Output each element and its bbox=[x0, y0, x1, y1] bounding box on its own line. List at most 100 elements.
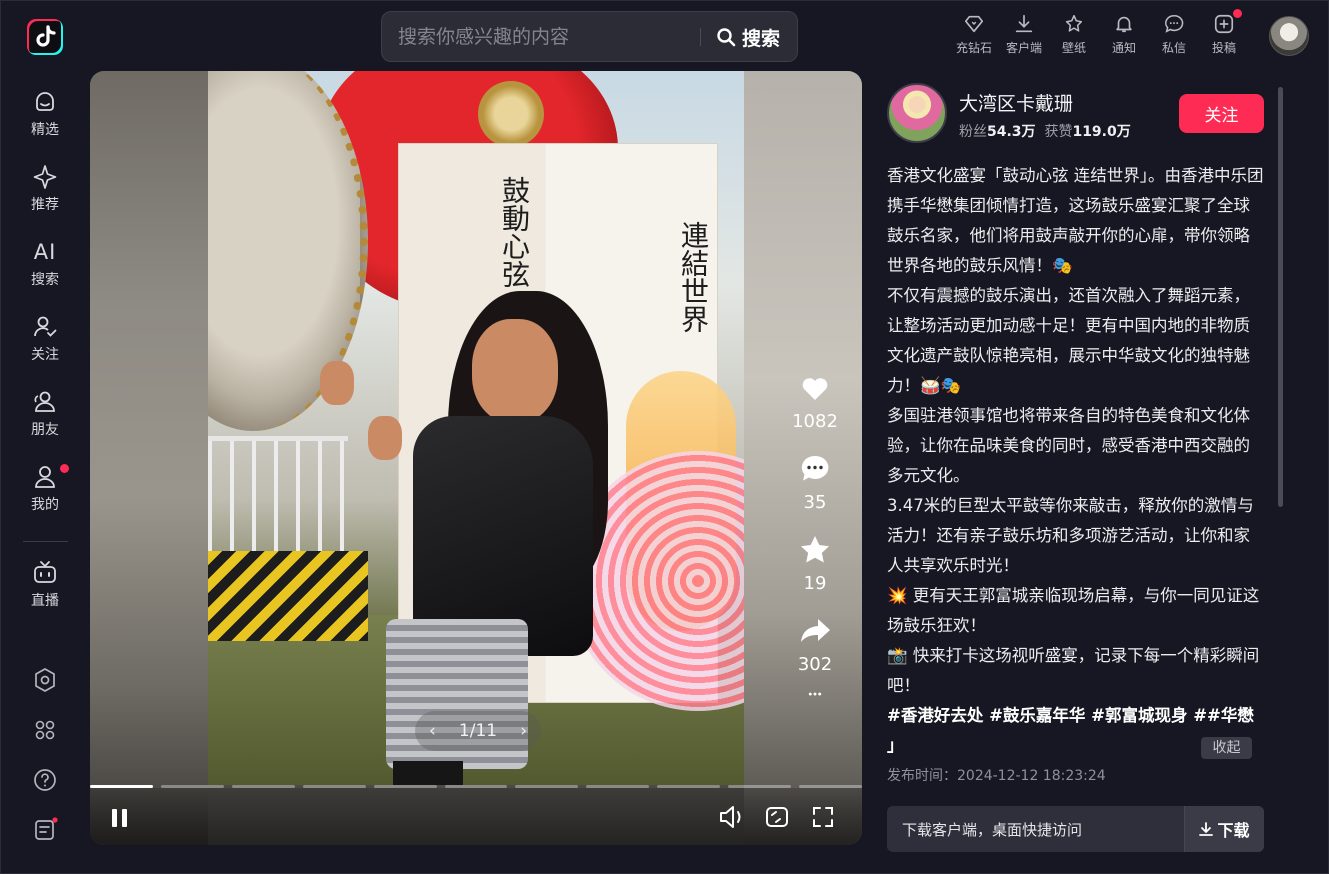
sidebar-item-follow[interactable]: 关注 bbox=[19, 314, 71, 364]
video-player[interactable]: 鼓動心弦 連結世界 ‹ 1/11 › 1082 35 19 302 bbox=[90, 71, 862, 845]
download-button[interactable]: 下载 bbox=[1184, 806, 1264, 852]
download-icon bbox=[1015, 14, 1033, 33]
share-button[interactable]: 302 bbox=[798, 614, 832, 675]
sidebar-item-live[interactable]: 直播 bbox=[19, 560, 71, 610]
settings-hexagon-icon[interactable] bbox=[32, 667, 58, 693]
user-avatar[interactable] bbox=[1269, 16, 1309, 56]
fans-count: 54.3万 bbox=[987, 124, 1036, 140]
feedback-note-icon[interactable] bbox=[32, 817, 58, 843]
description-paragraph: 香港文化盛宴「鼓动心弦 连结世界」。由香港中乐团携手华懋集团倾情打造，这场鼓乐盛… bbox=[887, 166, 1264, 275]
client-download-button[interactable]: 客户端 bbox=[999, 11, 1049, 56]
star-icon bbox=[801, 536, 829, 563]
upload-notification-dot bbox=[1233, 9, 1242, 18]
more-button[interactable] bbox=[798, 687, 832, 713]
search-button[interactable]: 搜索 bbox=[716, 22, 780, 52]
upload-button[interactable]: 投稿 bbox=[1199, 9, 1249, 56]
likes-label: 获赞 bbox=[1044, 124, 1073, 140]
publish-time: 发布时间：2024-12-12 18:23:24 bbox=[887, 768, 1106, 784]
like-button[interactable]: 1082 bbox=[792, 371, 838, 432]
private-message-button[interactable]: 私信 bbox=[1149, 11, 1199, 56]
fullscreen-icon[interactable] bbox=[810, 804, 836, 830]
sign-text-sub: 連結世界 bbox=[677, 221, 710, 333]
collapse-button[interactable]: 收起 bbox=[1201, 737, 1252, 759]
sidebar-item-label: 直播 bbox=[31, 593, 59, 609]
comment-icon bbox=[801, 455, 829, 481]
notification-button[interactable]: 通知 bbox=[1099, 11, 1149, 56]
description-paragraph: 3.47米的巨型太平鼓等你来敲击，释放你的激情与活力！还有亲子鼓乐坊和多项游艺活… bbox=[887, 496, 1254, 575]
sidebar-divider bbox=[23, 541, 68, 542]
hazard-barrier bbox=[208, 551, 368, 641]
top-actions: 充钻石 客户端 壁纸 通知 私信 投稿 bbox=[949, 9, 1249, 56]
pager-prev-icon[interactable]: ‹ bbox=[429, 721, 436, 741]
video-actions: 1082 35 19 302 bbox=[790, 371, 840, 725]
share-count: 302 bbox=[797, 654, 833, 675]
comment-button[interactable]: 35 bbox=[798, 452, 832, 513]
sidebar-item-label: 我的 bbox=[31, 497, 59, 513]
pause-icon[interactable] bbox=[108, 806, 132, 830]
sidebar-item-ai-search[interactable]: AI 搜索 bbox=[19, 239, 71, 289]
recharge-label: 充钻石 bbox=[955, 41, 992, 55]
favorite-count: 19 bbox=[803, 573, 827, 594]
author-name[interactable]: 大湾区卡戴珊 bbox=[959, 89, 1073, 116]
upload-label: 投稿 bbox=[1211, 41, 1236, 55]
friends-icon bbox=[34, 391, 55, 412]
description-paragraph: 不仅有震撼的鼓乐演出，还首次融入了舞蹈元素，让整场活动更加动感十足！更有中国内地… bbox=[887, 286, 1250, 395]
like-count: 1082 bbox=[792, 411, 838, 432]
notification-label: 通知 bbox=[1111, 41, 1136, 55]
featured-icon bbox=[36, 92, 54, 111]
post-description: 香港文化盛宴「鼓动心弦 连结世界」。由香港中乐团携手华懋集团倾情打造，这场鼓乐盛… bbox=[887, 161, 1265, 761]
description-paragraph: 多国驻港领事馆也将带来各自的特色美食和文化体验，让你在品味美食的同时，感受香港中… bbox=[887, 406, 1250, 485]
sidebar-item-featured[interactable]: 精选 bbox=[19, 89, 71, 139]
help-icon[interactable] bbox=[32, 767, 58, 793]
sidebar-item-mine[interactable]: 我的 bbox=[19, 464, 71, 514]
mine-notification-dot bbox=[60, 464, 69, 473]
client-label: 客户端 bbox=[1005, 41, 1042, 55]
profile-icon bbox=[35, 466, 55, 488]
follow-icon bbox=[34, 316, 57, 337]
search-input[interactable] bbox=[398, 24, 688, 50]
sidebar-item-recommend[interactable]: 推荐 bbox=[19, 164, 71, 214]
sidebar-item-label: 关注 bbox=[31, 347, 59, 363]
comment-count: 35 bbox=[803, 492, 827, 513]
fans-label: 粉丝 bbox=[959, 124, 987, 140]
person-hand-right bbox=[368, 416, 402, 460]
recharge-diamond-button[interactable]: 充钻石 bbox=[949, 11, 999, 56]
video-blur-left bbox=[90, 71, 208, 845]
drum-knocker bbox=[478, 81, 544, 147]
sidebar-item-label: 朋友 bbox=[31, 422, 59, 438]
search-divider bbox=[700, 28, 701, 46]
sparkle-icon bbox=[33, 165, 57, 189]
favorite-button[interactable]: 19 bbox=[798, 533, 832, 594]
search-bar: 搜索 bbox=[381, 11, 798, 62]
description-paragraph: 📸 快来打卡这场视听盛宴，记录下每一个精彩瞬间吧！ bbox=[887, 646, 1260, 695]
description-paragraph: 💥 更有天王郭富城亲临现场启幕，与你一同见证这场鼓乐狂欢！ bbox=[887, 586, 1260, 635]
douyin-logo-icon[interactable] bbox=[27, 19, 63, 55]
volume-icon[interactable] bbox=[718, 804, 746, 830]
bell-icon bbox=[1116, 16, 1132, 33]
douyin-app-window: 搜索 充钻石 客户端 壁纸 通知 私信 投稿 bbox=[0, 0, 1329, 874]
pager-count: 1/11 bbox=[458, 721, 498, 741]
download-client-bar: 下载客户端，桌面快捷访问 下载 bbox=[887, 806, 1264, 852]
sign-text-main: 鼓動心弦 bbox=[498, 176, 531, 288]
wallpaper-button[interactable]: 壁纸 bbox=[1049, 11, 1099, 56]
author-stats: 粉丝54.3万 获赞119.0万 bbox=[959, 121, 1131, 141]
person-hand-left bbox=[320, 361, 354, 405]
apps-grid-icon[interactable] bbox=[32, 717, 58, 743]
sidebar-item-friends[interactable]: 朋友 bbox=[19, 389, 71, 439]
author-avatar[interactable] bbox=[887, 83, 947, 143]
sidebar-item-label: 推荐 bbox=[31, 197, 59, 213]
download-button-label: 下载 bbox=[1217, 821, 1250, 840]
pager-next-icon[interactable]: › bbox=[520, 721, 527, 741]
wallpaper-label: 壁纸 bbox=[1061, 41, 1086, 55]
heart-icon bbox=[802, 378, 828, 400]
sidebar-item-label: 搜索 bbox=[31, 272, 59, 288]
panel-scrollbar[interactable] bbox=[1278, 87, 1283, 507]
likes-total: 119.0万 bbox=[1072, 124, 1131, 140]
live-tv-icon bbox=[34, 561, 56, 583]
person-face bbox=[472, 319, 558, 423]
diamond-icon bbox=[964, 15, 984, 33]
follow-button[interactable]: 关注 bbox=[1179, 94, 1264, 133]
person-legs bbox=[393, 761, 463, 785]
picture-in-picture-icon[interactable] bbox=[764, 804, 790, 830]
share-icon bbox=[800, 619, 830, 642]
